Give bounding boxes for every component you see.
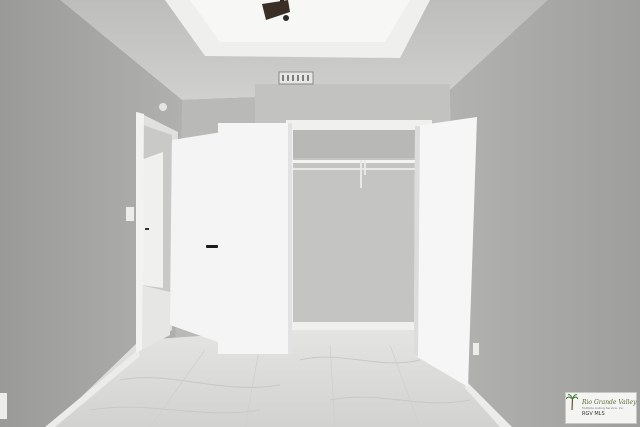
- closet-interior: [293, 130, 421, 322]
- light-switch[interactable]: [126, 207, 134, 221]
- wall-outlet-left: [0, 393, 7, 419]
- bedroom-photo: Rio Grande Valley Multiple Listing Servi…: [0, 0, 640, 427]
- door-handle-icon[interactable]: [206, 245, 218, 248]
- air-vent-icon: [278, 71, 314, 85]
- tray-ceiling-inner: [190, 0, 410, 42]
- rgv-mls-watermark: Rio Grande Valley Multiple Listing Servi…: [565, 392, 637, 424]
- bedroom-door[interactable]: [170, 132, 222, 342]
- right-wall: [450, 0, 640, 427]
- closet-door-left-edge: [288, 123, 292, 354]
- closet-rod: [293, 168, 421, 170]
- watermark-brand: Rio Grande Valley: [582, 398, 637, 406]
- hallway-door: [141, 152, 163, 288]
- closet-back-upper: [293, 130, 421, 158]
- watermark-subtitle: Multiple Listing Service, Inc.: [582, 405, 625, 410]
- room-illustration: [0, 0, 640, 427]
- closet-shelf: [293, 160, 421, 163]
- closet-door-left[interactable]: [218, 123, 292, 354]
- back-wall-upper: [255, 84, 450, 124]
- wall-outlet: [473, 343, 479, 355]
- smoke-detector: [159, 103, 167, 111]
- hallway-door-handle: [145, 228, 149, 230]
- closet-door-right[interactable]: [414, 117, 477, 387]
- palm-tree-icon: [566, 394, 578, 411]
- watermark-mls: RGV MLS: [582, 410, 605, 417]
